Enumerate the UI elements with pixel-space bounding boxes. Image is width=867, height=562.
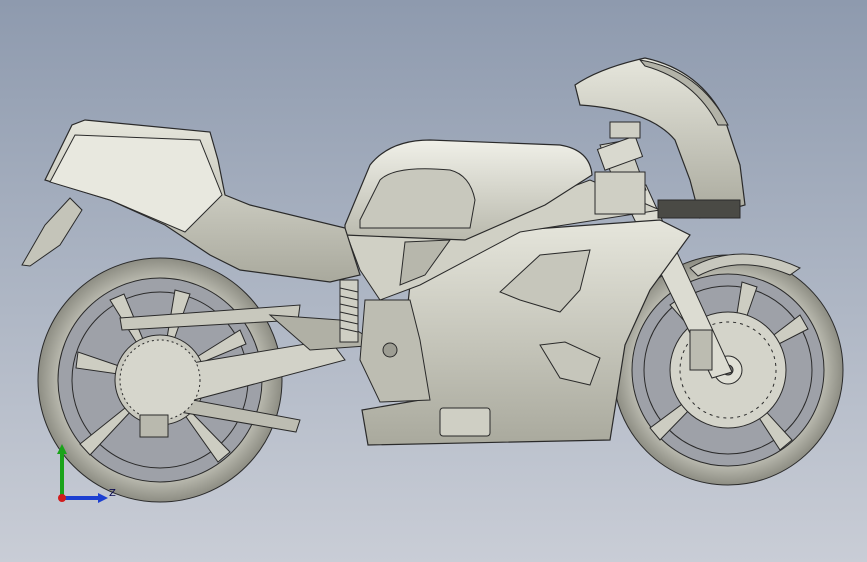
rear-hugger	[21, 197, 83, 267]
triad-z-arrow	[98, 493, 108, 503]
orientation-triad: Z	[57, 444, 116, 503]
triad-x-axis	[58, 494, 66, 502]
motorcycle-model[interactable]	[0, 0, 867, 562]
cad-viewport[interactable]: Z	[0, 0, 867, 562]
triad-y-arrow	[57, 444, 67, 454]
rear-shock	[339, 279, 359, 343]
instrument-panel	[657, 199, 741, 219]
fairing-panel	[439, 407, 491, 437]
front-brake-caliper	[689, 329, 713, 371]
triad-z-label: Z	[109, 488, 116, 499]
